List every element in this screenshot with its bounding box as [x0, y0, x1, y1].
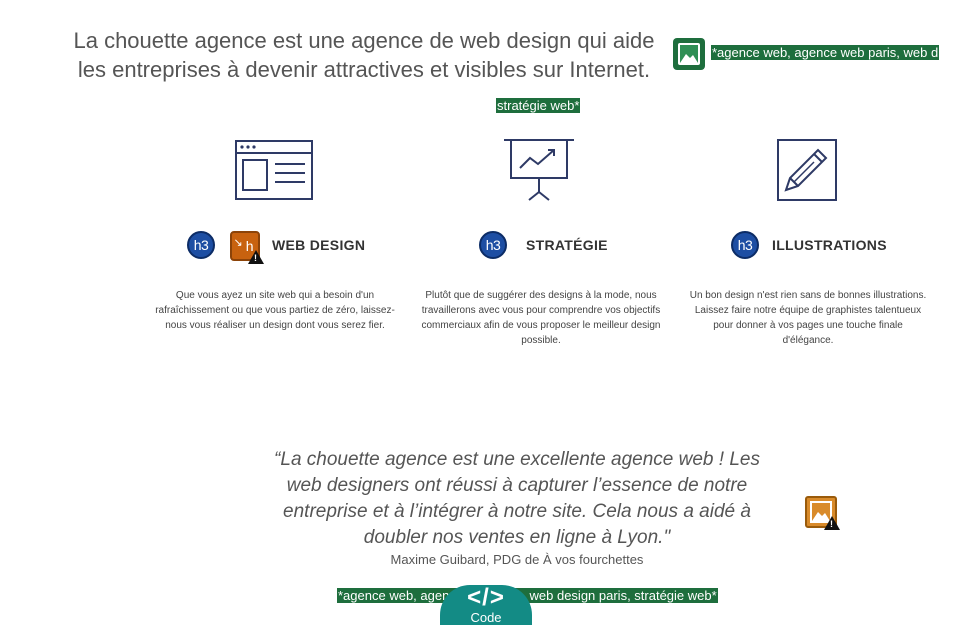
feature-title-illustrations: ILLUSTRATIONS [772, 237, 887, 253]
feature-text-strategie: Plutôt que de suggérer des designs à la … [421, 290, 661, 346]
alt-text-chip-top: *agence web, agence web paris, web d [711, 45, 940, 60]
feature-text-illustrations: Un bon design n'est rien sans de bonnes … [689, 290, 927, 346]
intro-text: La chouette agence est une agence de web… [56, 26, 672, 84]
browser-window-icon [235, 140, 313, 200]
h3-heading-badge[interactable]: h3 [731, 231, 759, 259]
intro-line-1: La chouette agence est une agence de web… [73, 28, 655, 53]
h3-heading-badge[interactable]: h3 [479, 231, 507, 259]
feature-title-strategie: STRATÉGIE [526, 237, 608, 253]
arrow-glyph-icon: ↘ [233, 236, 243, 249]
image-alt-icon[interactable] [673, 38, 705, 70]
code-view-button[interactable]: </> Code [440, 585, 532, 625]
intro-line-2: les entreprises à devenir attractives et… [77, 57, 651, 82]
code-label: Code [470, 610, 502, 625]
feature-title-web-design: WEB DESIGN [272, 237, 366, 253]
warning-exclamation-icon: ! [830, 519, 833, 529]
alt-text-chip-top-wrap: stratégie web* [496, 98, 581, 113]
pencil-frame-icon [777, 139, 837, 201]
presentation-chart-icon [504, 139, 574, 201]
testimonial-author: Maxime Guibard, PDG de À vos fourchettes [390, 552, 644, 567]
warning-exclamation-icon: ! [254, 253, 257, 263]
testimonial-quote: “La chouette agence est une excellente a… [274, 449, 760, 548]
code-icon: </> [467, 584, 505, 611]
h3-heading-badge[interactable]: h3 [187, 231, 215, 259]
feature-text-web-design: Que vous ayez un site web qui a besoin d… [155, 290, 395, 331]
